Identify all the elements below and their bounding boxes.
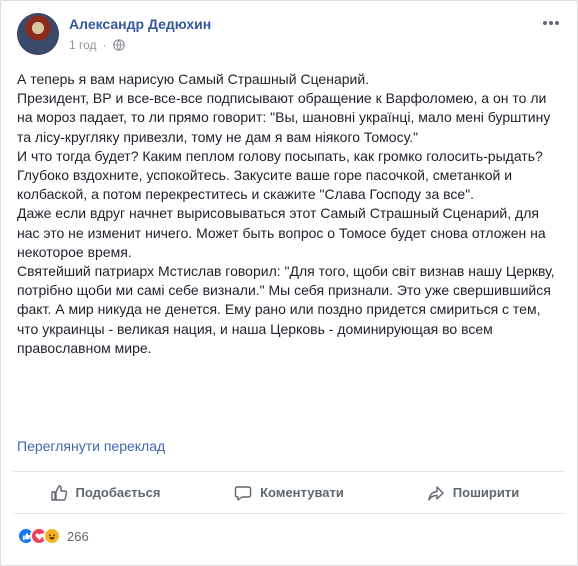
author-avatar[interactable]: [17, 13, 59, 55]
post-paragraph: А теперь я вам нарисую Самый Страшный Сц…: [17, 71, 370, 87]
post-paragraph: Президент, ВР и все-все-все подписывают …: [17, 90, 551, 145]
comment-icon: [234, 485, 252, 501]
post-paragraph: Святейший патриарх Мстислав говорил: "Дл…: [17, 263, 555, 356]
post-timestamp[interactable]: 1 год: [69, 38, 97, 52]
like-button[interactable]: Подобається: [13, 477, 197, 509]
like-label: Подобається: [75, 485, 161, 500]
post-paragraph: Даже если вдруг начнет вырисовываться эт…: [17, 205, 546, 260]
comment-label: Коментувати: [260, 485, 344, 500]
share-arrow-icon: [428, 485, 444, 501]
globe-icon[interactable]: [112, 39, 125, 51]
share-label: Поширити: [452, 485, 520, 500]
more-options-icon[interactable]: [541, 13, 561, 33]
see-translation-link[interactable]: Переглянути переклад: [17, 438, 165, 454]
post-paragraph: Глубоко вздохните, успокойтесь. Закусите…: [17, 167, 513, 203]
post-meta: 1 год ·: [69, 38, 125, 52]
comment-button[interactable]: Коментувати: [197, 477, 381, 509]
post-paragraph: И что тогда будет? Каким пеплом голову п…: [17, 147, 543, 164]
post-body: А теперь я вам нарисую Самый Страшный Сц…: [17, 70, 557, 358]
meta-separator: ·: [102, 38, 107, 52]
author-name[interactable]: Александр Дедюхин: [69, 16, 211, 32]
share-button[interactable]: Поширити: [381, 477, 565, 509]
haha-reaction-icon: [43, 527, 61, 545]
post-header: Александр Дедюхин 1 год ·: [17, 13, 561, 61]
action-bar: Подобається Коментувати Поширити: [13, 471, 565, 514]
post-card: Александр Дедюхин 1 год · А теперь я вам…: [0, 0, 578, 566]
reactions-summary[interactable]: 266: [17, 525, 89, 547]
thumbs-up-icon: [50, 484, 67, 501]
reaction-count: 266: [67, 528, 89, 544]
